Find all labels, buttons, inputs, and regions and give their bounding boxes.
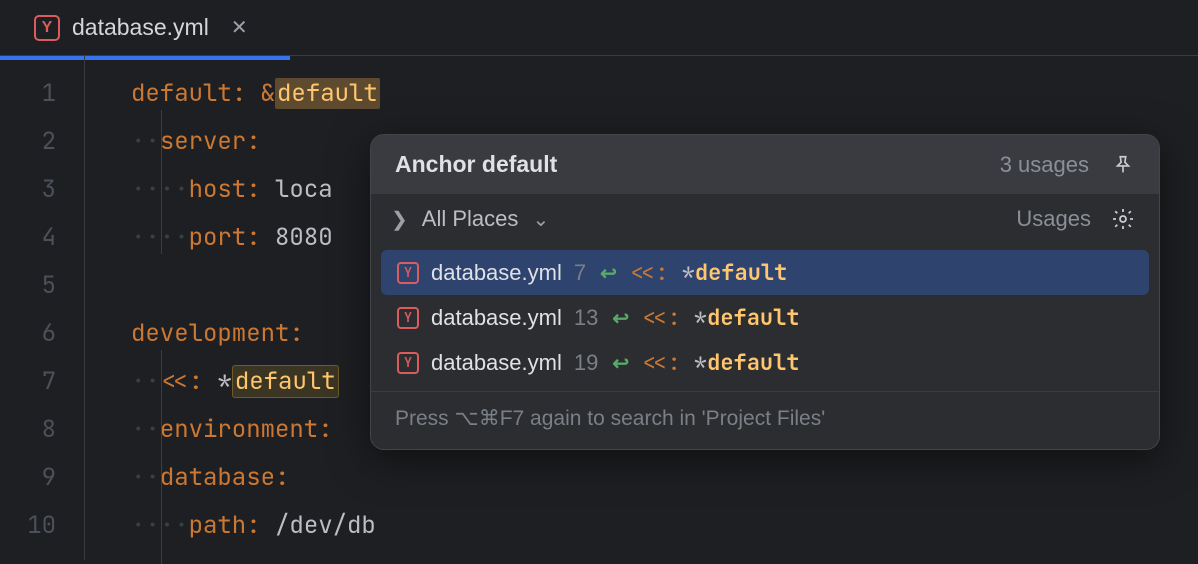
usages-label[interactable]: Usages xyxy=(1016,206,1091,232)
tab-bar: Y database.yml ✕ xyxy=(0,0,1198,56)
result-filename: database.yml xyxy=(431,260,562,286)
pin-icon[interactable] xyxy=(1111,153,1135,177)
code-line: ··database: xyxy=(131,454,1198,502)
line-number: 3 xyxy=(0,166,56,214)
result-filename: database.yml xyxy=(431,305,562,331)
line-number-gutter: 1 2 3 4 5 6 7 8 9 10 xyxy=(0,56,84,560)
line-number: 6 xyxy=(0,310,56,358)
gear-icon[interactable] xyxy=(1111,207,1135,231)
close-tab-icon[interactable]: ✕ xyxy=(231,15,248,40)
usage-count: 3 usages xyxy=(1000,152,1089,178)
scope-selector[interactable]: All Places ⌄ xyxy=(422,206,549,232)
popup-toolbar: ❯ All Places ⌄ Usages xyxy=(371,194,1159,244)
indent-guide xyxy=(161,350,162,564)
line-number: 1 xyxy=(0,70,56,118)
yaml-file-icon: Y xyxy=(34,15,60,41)
usage-result-row[interactable]: Y database.yml 13 ↩ <<: *default xyxy=(381,295,1149,340)
code-line: default: &default xyxy=(131,70,1198,118)
popup-footer-hint: Press ⌥⌘F7 again to search in 'Project F… xyxy=(371,391,1159,449)
result-filename: database.yml xyxy=(431,350,562,376)
chevron-down-icon: ⌄ xyxy=(532,209,549,231)
code-line: ····path: /dev/db xyxy=(131,502,1198,550)
line-number: 9 xyxy=(0,454,56,502)
result-line: 13 xyxy=(574,305,598,331)
popup-title: Anchor default xyxy=(395,151,557,178)
usage-results: Y database.yml 7 ↩ <<: *default Y databa… xyxy=(371,244,1159,391)
usage-result-row[interactable]: Y database.yml 19 ↩ <<: *default xyxy=(381,340,1149,385)
usages-popup: Anchor default 3 usages ❯ All Places ⌄ U… xyxy=(370,134,1160,450)
line-number: 8 xyxy=(0,406,56,454)
editor-tab[interactable]: Y database.yml ✕ xyxy=(20,0,262,55)
line-number: 10 xyxy=(0,502,56,550)
newline-icon: ↩ xyxy=(600,260,617,286)
indent-guide xyxy=(161,110,162,254)
result-line: 19 xyxy=(574,350,598,376)
yaml-file-icon: Y xyxy=(397,307,419,329)
yaml-file-icon: Y xyxy=(397,352,419,374)
yaml-file-icon: Y xyxy=(397,262,419,284)
newline-icon: ↩ xyxy=(612,305,629,331)
popup-header: Anchor default 3 usages xyxy=(371,135,1159,194)
line-number: 4 xyxy=(0,214,56,262)
result-line: 7 xyxy=(574,260,586,286)
line-number: 2 xyxy=(0,118,56,166)
line-number: 5 xyxy=(0,262,56,310)
line-number: 7 xyxy=(0,358,56,406)
tab-filename: database.yml xyxy=(72,14,209,41)
usage-result-row[interactable]: Y database.yml 7 ↩ <<: *default xyxy=(381,250,1149,295)
newline-icon: ↩ xyxy=(612,350,629,376)
chevron-right-icon[interactable]: ❯ xyxy=(391,207,408,232)
